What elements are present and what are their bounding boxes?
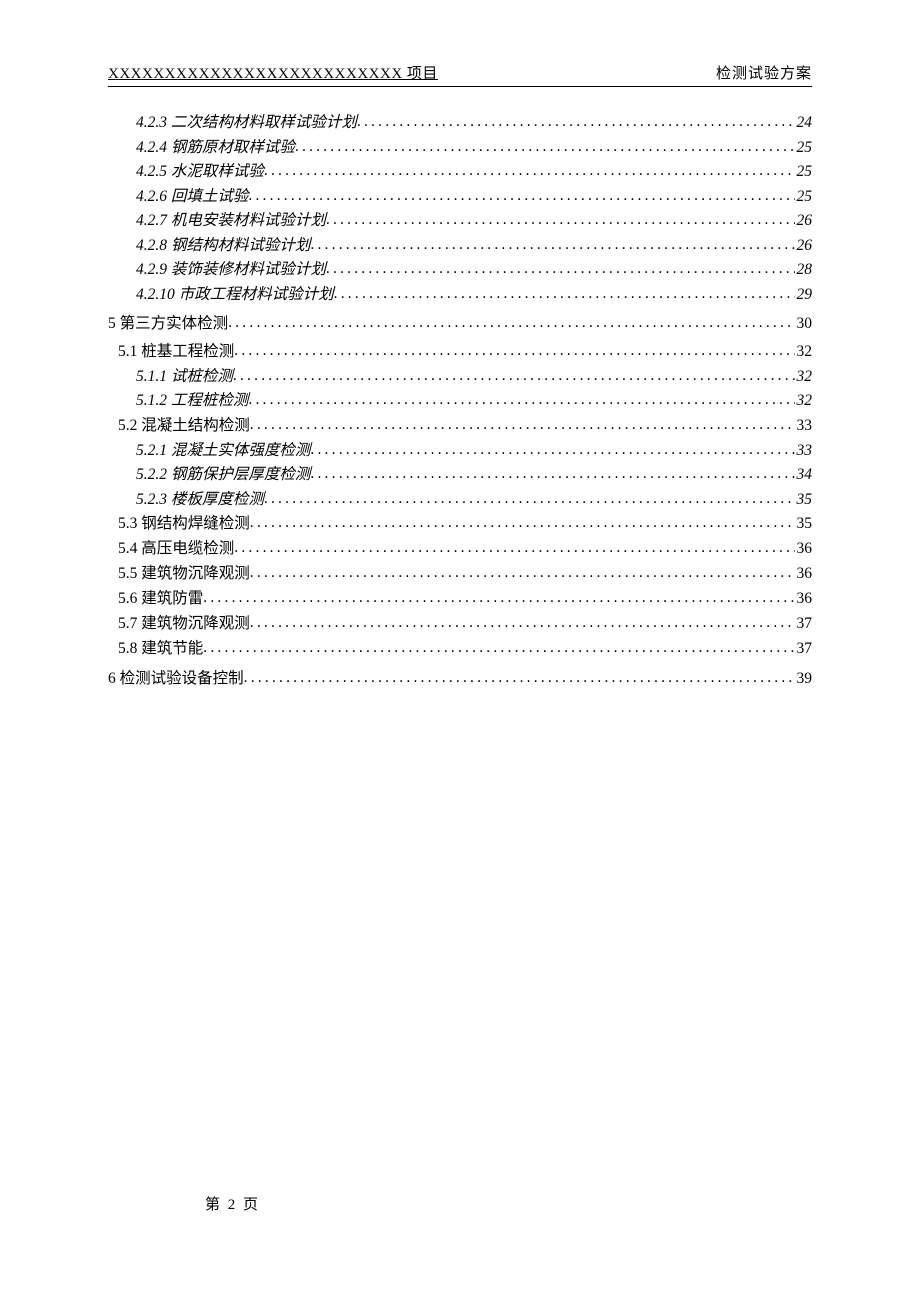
toc-entry-page: 28	[795, 262, 813, 278]
toc-dot-leader	[326, 261, 795, 277]
toc-entry-page: 34	[795, 467, 813, 483]
toc-entry: 5.3 钢结构焊缝检测 35	[108, 516, 812, 532]
toc-entry-page: 37	[795, 641, 813, 657]
toc-dot-leader	[310, 237, 794, 253]
toc-entry: 5.4 高压电缆检测 36	[108, 541, 812, 557]
toc-entry-label: 5.1.2 工程桩检测	[136, 393, 248, 409]
toc-entry-label: 5.2.1 混凝土实体强度检测	[136, 443, 310, 459]
toc-entry: 4.2.8 钢结构材料试验计划 26	[108, 238, 812, 254]
toc-entry-page: 30	[795, 316, 813, 332]
toc-dot-leader	[264, 163, 795, 179]
toc-entry-page: 32	[795, 393, 813, 409]
toc-entry-page: 26	[795, 238, 813, 254]
page-footer: 第 2 页	[0, 1193, 920, 1214]
toc-entry: 5.7 建筑物沉降观测 37	[108, 616, 812, 632]
toc-entry-label: 5.2.2 钢筋保护层厚度检测	[136, 467, 310, 483]
toc-dot-leader	[357, 114, 795, 130]
toc-entry-label: 5.2.3 楼板厚度检测	[136, 492, 264, 508]
toc-entry-label: 4.2.9 装饰装修材料试验计划	[136, 262, 326, 278]
toc-entry: 5.2 混凝土结构检测 33	[108, 418, 812, 434]
toc-entry-page: 25	[795, 164, 813, 180]
toc-dot-leader	[250, 515, 795, 531]
toc-entry: 4.2.10 市政工程材料试验计划 29	[108, 287, 812, 303]
toc-dot-leader	[250, 565, 795, 581]
toc-entry-label: 4.2.4 钢筋原材取样试验	[136, 140, 295, 156]
toc-entry: 5.5 建筑物沉降观测 36	[108, 566, 812, 582]
toc-entry: 4.2.4 钢筋原材取样试验 25	[108, 140, 812, 156]
header-right: 检测试验方案	[716, 62, 812, 83]
toc-entry-page: 39	[795, 671, 813, 687]
toc-dot-leader	[234, 540, 794, 556]
toc-entry-page: 36	[795, 591, 813, 607]
toc-dot-leader	[228, 315, 794, 331]
toc-dot-leader	[310, 466, 794, 482]
toc-entry: 5.2.3 楼板厚度检测 35	[108, 492, 812, 508]
toc-dot-leader	[248, 392, 794, 408]
toc-entry-page: 32	[795, 344, 813, 360]
toc-entry: 5.8 建筑节能 37	[108, 641, 812, 657]
toc-entry-page: 36	[795, 566, 813, 582]
toc-entry-label: 4.2.6 回填土试验	[136, 189, 248, 205]
toc-dot-leader	[264, 491, 795, 507]
toc-dot-leader	[203, 640, 794, 656]
toc-entry-label: 5.3 钢结构焊缝检测	[118, 516, 250, 532]
table-of-contents: 4.2.3 二次结构材料取样试验计划244.2.4 钢筋原材取样试验254.2.…	[108, 115, 812, 686]
toc-entry-label: 5.7 建筑物沉降观测	[118, 616, 250, 632]
toc-entry-page: 33	[795, 443, 813, 459]
toc-dot-leader	[334, 286, 795, 302]
toc-entry-label: 5.1 桩基工程检测	[118, 344, 234, 360]
toc-entry-page: 29	[795, 287, 813, 303]
toc-entry: 4.2.7 机电安装材料试验计划 26	[108, 213, 812, 229]
toc-dot-leader	[310, 442, 794, 458]
toc-entry-label: 5 第三方实体检测	[108, 316, 228, 332]
toc-dot-leader	[248, 188, 794, 204]
toc-entry-page: 32	[795, 369, 813, 385]
toc-entry-page: 36	[795, 541, 813, 557]
toc-dot-leader	[234, 343, 794, 359]
toc-dot-leader	[326, 212, 795, 228]
toc-entry-label: 4.2.7 机电安装材料试验计划	[136, 213, 326, 229]
toc-entry-label: 4.2.3 二次结构材料取样试验计划	[136, 115, 357, 131]
toc-entry: 4.2.9 装饰装修材料试验计划 28	[108, 262, 812, 278]
toc-entry-label: 5.8 建筑节能	[118, 641, 203, 657]
header-left: XXXXXXXXXXXXXXXXXXXXXXXXXX 项目	[108, 62, 438, 83]
toc-entry-label: 6 检测试验设备控制	[108, 671, 244, 687]
toc-entry-label: 5.5 建筑物沉降观测	[118, 566, 250, 582]
toc-entry-page: 35	[795, 492, 813, 508]
toc-entry-label: 4.2.5 水泥取样试验	[136, 164, 264, 180]
toc-entry-page: 37	[795, 616, 813, 632]
toc-dot-leader	[250, 615, 795, 631]
toc-entry: 5.1.1 试桩检测 32	[108, 369, 812, 385]
toc-entry-label: 5.6 建筑防雷	[118, 591, 203, 607]
toc-entry-page: 25	[795, 140, 813, 156]
toc-entry-label: 4.2.10 市政工程材料试验计划	[136, 287, 334, 303]
toc-dot-leader	[295, 139, 795, 155]
toc-dot-leader	[233, 368, 795, 384]
toc-entry-label: 4.2.8 钢结构材料试验计划	[136, 238, 310, 254]
toc-entry-page: 35	[795, 516, 813, 532]
toc-entry-page: 24	[795, 115, 813, 131]
toc-entry-page: 26	[795, 213, 813, 229]
toc-entry: 5.1 桩基工程检测 32	[108, 344, 812, 360]
toc-entry: 5.6 建筑防雷 36	[108, 591, 812, 607]
toc-dot-leader	[244, 670, 795, 686]
toc-entry-label: 5.4 高压电缆检测	[118, 541, 234, 557]
toc-entry-label: 5.1.1 试桩检测	[136, 369, 233, 385]
toc-entry: 5 第三方实体检测 30	[108, 316, 812, 332]
toc-entry: 5.1.2 工程桩检测 32	[108, 393, 812, 409]
document-page: XXXXXXXXXXXXXXXXXXXXXXXXXX 项目 检测试验方案 4.2…	[0, 0, 920, 686]
toc-entry: 5.2.2 钢筋保护层厚度检测 34	[108, 467, 812, 483]
toc-dot-leader	[203, 590, 794, 606]
toc-dot-leader	[250, 417, 795, 433]
toc-entry: 4.2.3 二次结构材料取样试验计划 24	[108, 115, 812, 131]
toc-entry: 4.2.6 回填土试验 25	[108, 189, 812, 205]
toc-entry: 6 检测试验设备控制 39	[108, 671, 812, 687]
page-header: XXXXXXXXXXXXXXXXXXXXXXXXXX 项目 检测试验方案	[108, 62, 812, 87]
toc-entry-label: 5.2 混凝土结构检测	[118, 418, 250, 434]
toc-entry: 4.2.5 水泥取样试验 25	[108, 164, 812, 180]
toc-entry: 5.2.1 混凝土实体强度检测 33	[108, 443, 812, 459]
toc-entry-page: 25	[795, 189, 813, 205]
toc-entry-page: 33	[795, 418, 813, 434]
